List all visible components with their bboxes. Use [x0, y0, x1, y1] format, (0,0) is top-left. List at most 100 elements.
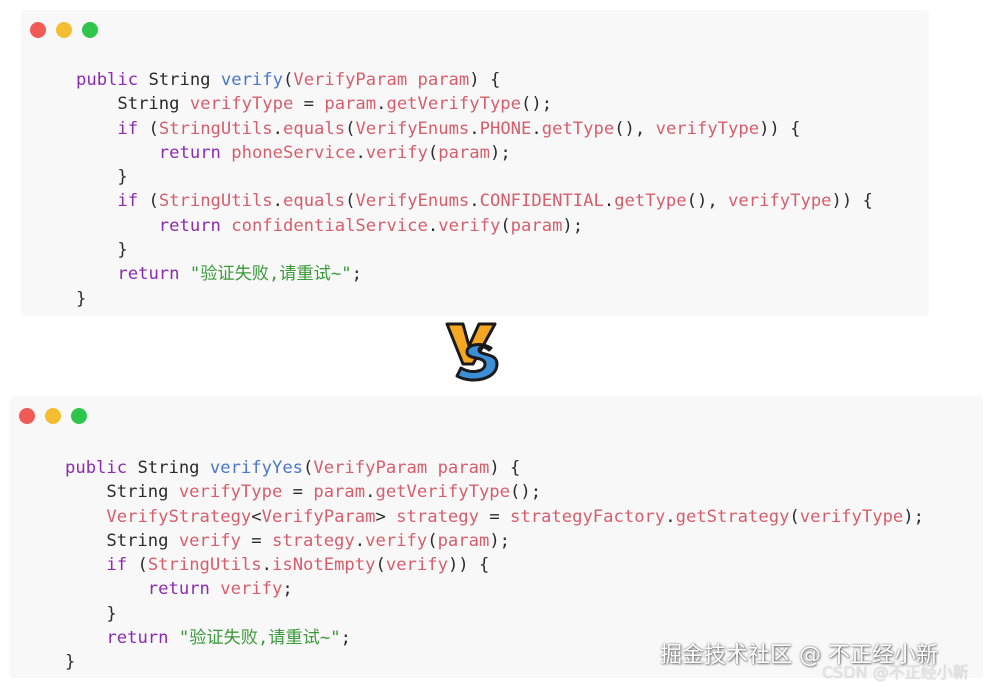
code-window-before: public String verify(VerifyParam param) … — [21, 10, 929, 316]
code-token: param — [438, 142, 490, 163]
close-dot-icon — [30, 22, 46, 38]
code-token: . — [261, 555, 272, 576]
code-line: if (StringUtils.equals(VerifyEnums.PHONE… — [76, 119, 800, 139]
code-token: strategy — [271, 530, 355, 551]
code-token: } — [76, 240, 128, 261]
code-line: } — [76, 289, 86, 309]
code-token: verify — [178, 530, 241, 551]
code-token: phoneService — [231, 142, 356, 163]
code-token: ( — [345, 191, 356, 212]
minimize-dot-icon — [56, 22, 72, 38]
code-token: ); — [490, 142, 511, 163]
minimize-dot-icon — [45, 408, 61, 424]
code-token: ; — [351, 264, 362, 285]
code-token: . — [365, 482, 376, 503]
code-line: public String verifyYes(VerifyParam para… — [65, 458, 520, 478]
close-dot-icon — [19, 408, 35, 424]
code-token: ; — [282, 579, 293, 600]
code-token: VerifyEnums — [355, 118, 470, 139]
code-token: String — [127, 458, 210, 478]
code-token: getVerifyType — [375, 482, 510, 503]
code-token: ) { — [469, 70, 501, 90]
code-token: ( — [345, 118, 356, 139]
code-token: return — [158, 142, 221, 163]
code-token: = — [293, 94, 325, 115]
code-line: return "验证失败,请重试~"; — [65, 628, 351, 648]
code-token: confidentialService — [231, 215, 428, 236]
code-line: if (StringUtils.isNotEmpty(verify)) { — [65, 555, 489, 575]
code-token: "验证失败,请重试~" — [189, 264, 352, 285]
code-token: } — [65, 652, 76, 673]
code-token: . — [603, 191, 615, 212]
code-token: (), — [686, 191, 729, 212]
code-token: > — [375, 506, 397, 527]
code-token: ( — [138, 191, 159, 212]
code-line: } — [65, 652, 75, 672]
code-token: . — [665, 506, 676, 527]
code-token: verify — [365, 142, 428, 163]
code-line: String verifyType = param.getVerifyType(… — [76, 94, 552, 114]
code-token: "验证失败,请重试~" — [178, 628, 341, 649]
code-token: strategyFactory — [510, 506, 666, 527]
code-token: PHONE — [479, 118, 532, 139]
code-token: ( — [138, 118, 159, 139]
code-token: return — [117, 264, 180, 285]
code-token: } — [76, 288, 87, 309]
code-token: StringUtils — [158, 118, 273, 139]
code-token: } — [65, 603, 117, 624]
code-token: ( — [375, 555, 386, 576]
code-token: verify — [438, 215, 501, 236]
code-token: ( — [303, 458, 314, 478]
code-token: param — [437, 530, 490, 551]
code-token: param — [313, 482, 366, 503]
code-window-after: public String verifyYes(VerifyParam para… — [10, 396, 983, 678]
code-token: VerifyParam param — [313, 458, 490, 478]
code-block-before: public String verify(VerifyParam param) … — [76, 68, 873, 311]
code-token: return — [147, 579, 210, 600]
code-token: verifyYes — [209, 458, 304, 478]
code-token: . — [272, 118, 283, 139]
code-token: } — [76, 167, 128, 188]
code-token: ( — [789, 506, 800, 527]
code-token: ( — [282, 70, 294, 90]
code-token: . — [354, 530, 366, 551]
code-token: = — [478, 506, 511, 527]
maximize-dot-icon — [82, 22, 98, 38]
code-token: if — [117, 191, 139, 212]
code-token: )) { — [759, 118, 801, 139]
code-token: verifyType — [189, 94, 294, 115]
code-token: String — [138, 70, 221, 90]
maximize-dot-icon — [71, 408, 87, 424]
window-controls — [19, 408, 87, 424]
code-token: . — [469, 191, 480, 212]
code-token: getType — [614, 191, 687, 212]
code-token: verifyType — [655, 118, 760, 139]
code-token: verify — [365, 530, 428, 551]
code-token: VerifyParam param — [293, 70, 470, 90]
code-token: verify — [385, 555, 448, 576]
code-token: = — [240, 530, 272, 551]
vs-icon — [445, 322, 499, 382]
code-token: StringUtils — [147, 555, 262, 576]
code-token: return — [106, 628, 169, 649]
code-line: return phoneService.verify(param); — [76, 143, 511, 163]
code-token: public — [65, 458, 128, 478]
code-token: )) { — [831, 191, 873, 212]
code-token: verifyType — [178, 482, 283, 503]
code-token: if — [117, 118, 139, 139]
code-token: param — [510, 215, 563, 236]
code-token: verify — [220, 579, 283, 600]
code-token: return — [158, 215, 221, 236]
code-token: strategy — [396, 506, 479, 527]
code-token: . — [427, 215, 439, 236]
code-token: ); — [903, 506, 924, 527]
code-token: ); — [562, 215, 584, 236]
